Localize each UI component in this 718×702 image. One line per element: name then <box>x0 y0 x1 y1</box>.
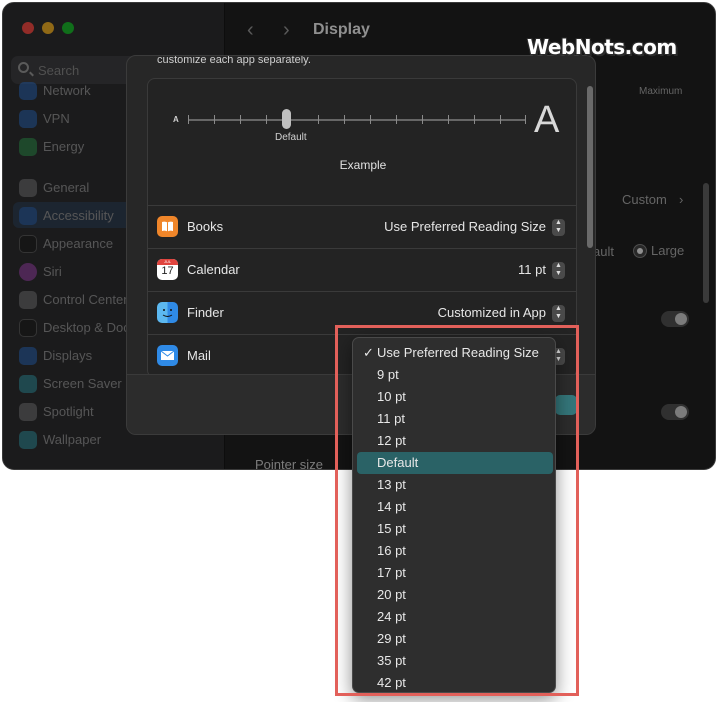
popup-stepper-icon[interactable]: ▲ ▼ <box>552 219 565 236</box>
slider-tick <box>240 115 241 124</box>
slider-knob[interactable] <box>282 109 291 129</box>
sheet-intro-text: customize each app separately. <box>157 55 311 66</box>
slider-knob-label: Default <box>275 132 307 143</box>
text-size-slider[interactable] <box>188 119 526 121</box>
app-name: Books <box>187 219 224 234</box>
large-text-glyph: A <box>534 99 560 141</box>
app-row-books[interactable]: Books Use Preferred Reading Size ▲ ▼ <box>148 205 576 248</box>
app-text-size-value: Customized in App <box>437 305 546 320</box>
app-name: Finder <box>187 305 224 320</box>
app-name: Mail <box>187 348 211 363</box>
slider-tick <box>318 115 319 124</box>
slider-tick <box>370 115 371 124</box>
annotation-highlight-box <box>335 325 579 696</box>
popup-stepper-icon[interactable]: ▲ ▼ <box>552 262 565 279</box>
slider-tick <box>525 115 526 124</box>
slider-tick <box>188 115 189 124</box>
calendar-day: 17 <box>161 265 174 277</box>
finder-icon <box>157 302 178 323</box>
sheet-scrollbar[interactable] <box>587 86 593 248</box>
slider-tick <box>422 115 423 124</box>
slider-tick <box>214 115 215 124</box>
small-text-glyph: A <box>173 115 179 124</box>
slider-tick <box>474 115 475 124</box>
watermark-logo: WebNots.com <box>527 35 677 59</box>
app-text-size-value: 11 pt <box>518 262 546 277</box>
calendar-icon: JUL 17 <box>157 259 178 280</box>
app-row-calendar[interactable]: JUL 17 Calendar 11 pt ▲ ▼ <box>148 248 576 291</box>
app-text-size-value: Use Preferred Reading Size <box>384 219 546 234</box>
books-icon <box>157 216 178 237</box>
slider-tick <box>448 115 449 124</box>
slider-tick <box>344 115 345 124</box>
app-name: Calendar <box>187 262 240 277</box>
slider-tick <box>500 115 501 124</box>
slider-tick <box>396 115 397 124</box>
mail-icon <box>157 345 178 366</box>
popup-stepper-icon[interactable]: ▲ ▼ <box>552 305 565 322</box>
slider-tick <box>266 115 267 124</box>
example-label: Example <box>339 158 387 172</box>
